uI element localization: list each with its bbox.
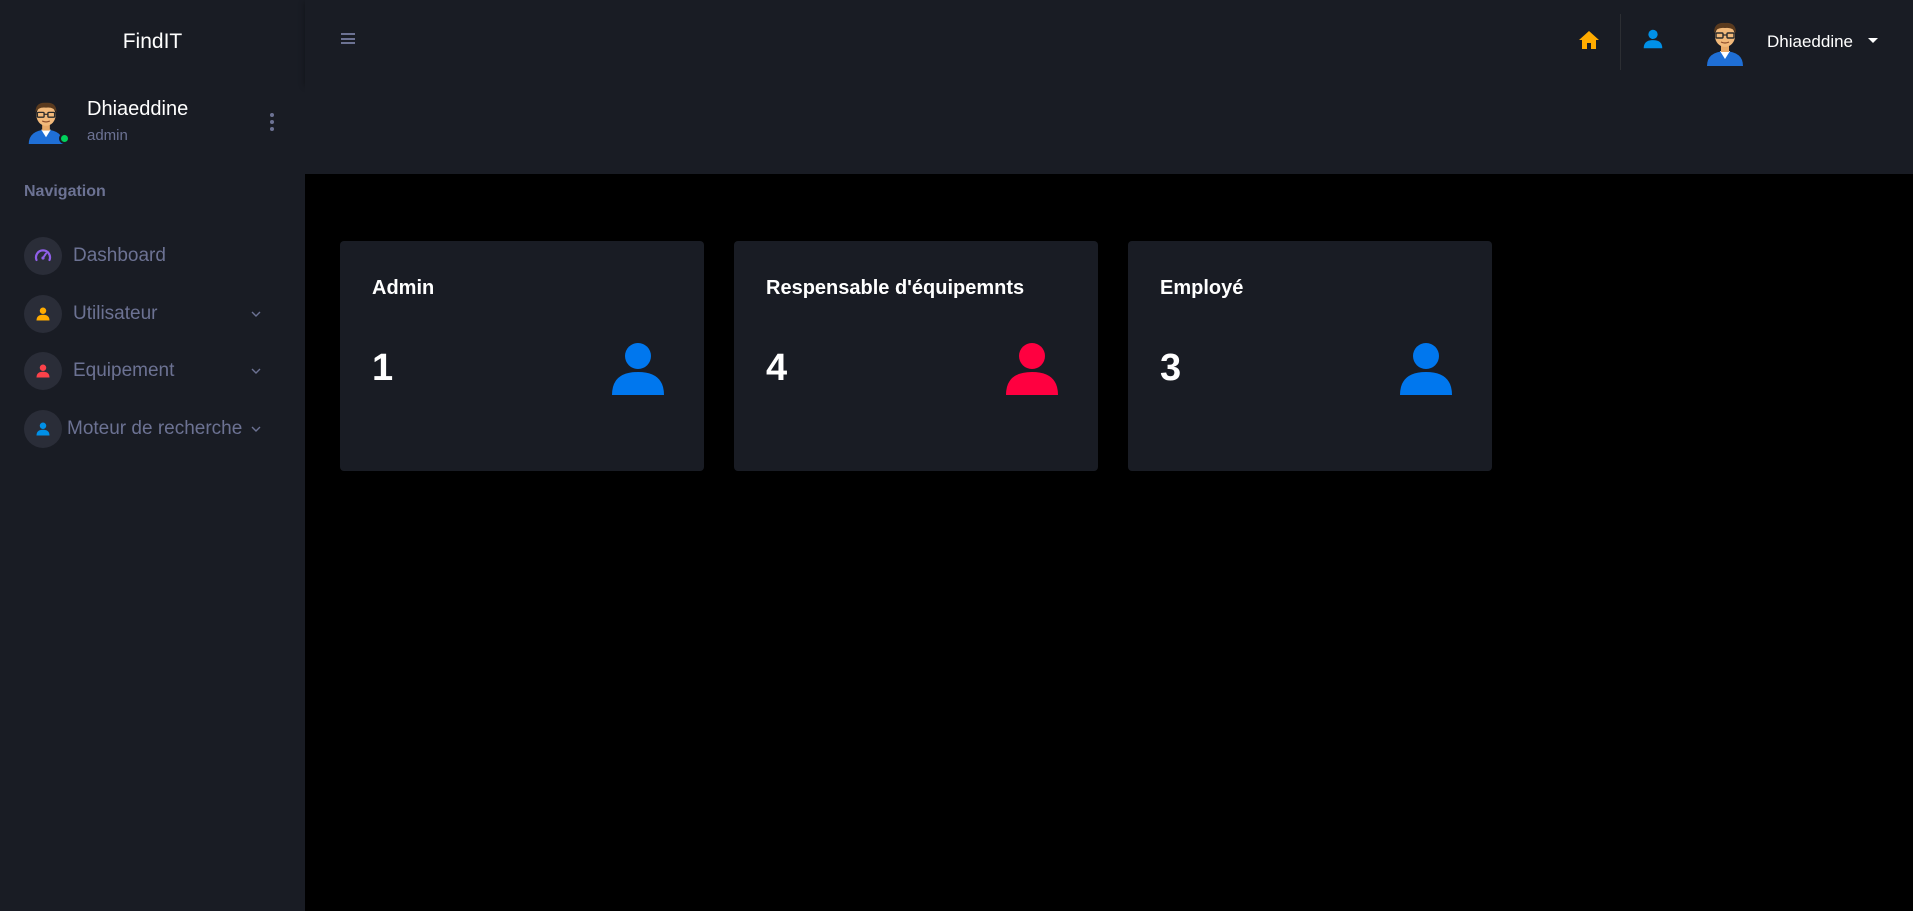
user-menu-name[interactable]: Dhiaeddine bbox=[1767, 32, 1853, 52]
sidebar-item-utilisateur[interactable]: Utilisateur bbox=[24, 294, 269, 334]
chevron-down-icon bbox=[251, 311, 261, 317]
user-icon bbox=[610, 341, 666, 397]
user-icon[interactable] bbox=[1643, 28, 1663, 50]
avatar bbox=[24, 98, 70, 144]
menu-toggle-icon[interactable] bbox=[341, 33, 355, 44]
sidebar: FindIT Dhiaeddine admin Navigation Dashb… bbox=[0, 0, 305, 911]
card-title: Admin bbox=[372, 277, 435, 299]
avatar[interactable] bbox=[1703, 18, 1747, 66]
profile-name: Dhiaeddine bbox=[87, 98, 189, 120]
brand-logo[interactable]: FindIT bbox=[0, 0, 305, 84]
sidebar-item-label: Equipement bbox=[73, 360, 175, 381]
user-icon bbox=[24, 410, 62, 448]
sidebar-item-equipement[interactable]: Equipement bbox=[24, 351, 269, 391]
stat-card-responsable: Respensable d'équipemnts 4 bbox=[734, 241, 1098, 471]
sidebar-item-label: Dashboard bbox=[73, 245, 166, 266]
user-icon bbox=[1004, 341, 1060, 397]
nav-heading: Navigation bbox=[24, 183, 106, 200]
sidebar-profile: Dhiaeddine admin bbox=[24, 96, 284, 148]
online-status-dot bbox=[59, 133, 70, 144]
profile-role: admin bbox=[87, 127, 128, 144]
user-icon bbox=[1398, 341, 1454, 397]
caret-down-icon[interactable] bbox=[1868, 38, 1878, 43]
sidebar-item-moteur-de-recherche[interactable]: Moteur de recherche bbox=[24, 409, 269, 449]
card-title: Employé bbox=[1160, 277, 1244, 299]
user-icon bbox=[24, 352, 62, 390]
sidebar-item-dashboard[interactable]: Dashboard bbox=[24, 236, 269, 276]
stat-card-employe: Employé 3 bbox=[1128, 241, 1492, 471]
card-count: 4 bbox=[766, 347, 788, 389]
speedometer-icon bbox=[24, 237, 62, 275]
sidebar-item-label: Moteur de recherche bbox=[67, 418, 243, 439]
home-icon[interactable] bbox=[1577, 28, 1601, 52]
chevron-down-icon bbox=[251, 426, 261, 432]
more-options-icon[interactable] bbox=[264, 110, 280, 134]
stat-card-admin: Admin 1 bbox=[340, 241, 704, 471]
chevron-down-icon bbox=[251, 368, 261, 374]
navbar-divider bbox=[1620, 14, 1621, 70]
sidebar-item-label: Utilisateur bbox=[73, 303, 158, 324]
user-icon bbox=[24, 295, 62, 333]
top-navbar: Dhiaeddine bbox=[305, 0, 1913, 84]
card-title: Respensable d'équipemnts bbox=[766, 277, 1025, 299]
card-count: 3 bbox=[1160, 347, 1182, 389]
card-count: 1 bbox=[372, 347, 394, 389]
page-header bbox=[305, 84, 1913, 174]
